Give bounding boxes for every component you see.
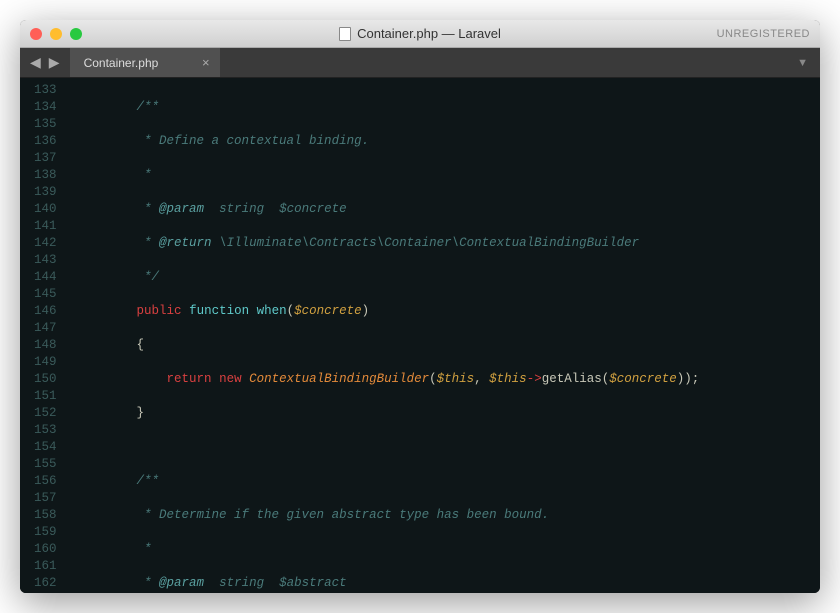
line-number: 136 bbox=[34, 133, 57, 150]
line-number: 138 bbox=[34, 167, 57, 184]
editor-area[interactable]: 1331341351361371381391401411421431441451… bbox=[20, 78, 820, 593]
line-number: 142 bbox=[34, 235, 57, 252]
titlebar: Container.php — Laravel UNREGISTERED bbox=[20, 20, 820, 48]
line-number: 150 bbox=[34, 371, 57, 388]
line-number: 161 bbox=[34, 558, 57, 575]
nav-back-icon[interactable]: ◀ bbox=[30, 54, 41, 71]
tab-label: Container.php bbox=[84, 56, 159, 70]
line-number-gutter: 1331341351361371381391401411421431441451… bbox=[20, 78, 67, 593]
editor-window: Container.php — Laravel UNREGISTERED ◀ ▶… bbox=[20, 20, 820, 593]
traffic-lights bbox=[30, 28, 82, 40]
line-number: 133 bbox=[34, 82, 57, 99]
code-content[interactable]: /** * Define a contextual binding. * * @… bbox=[67, 78, 820, 593]
window-title-text: Container.php — Laravel bbox=[357, 26, 501, 41]
toolbar-menu[interactable]: ▼ bbox=[797, 48, 820, 77]
line-number: 162 bbox=[34, 575, 57, 592]
line-number: 159 bbox=[34, 524, 57, 541]
line-number: 148 bbox=[34, 337, 57, 354]
line-number: 158 bbox=[34, 507, 57, 524]
line-number: 154 bbox=[34, 439, 57, 456]
line-number: 141 bbox=[34, 218, 57, 235]
minimize-button[interactable] bbox=[50, 28, 62, 40]
line-number: 147 bbox=[34, 320, 57, 337]
window-title: Container.php — Laravel bbox=[20, 26, 820, 41]
line-number: 139 bbox=[34, 184, 57, 201]
line-number: 149 bbox=[34, 354, 57, 371]
close-button[interactable] bbox=[30, 28, 42, 40]
nav-forward-icon[interactable]: ▶ bbox=[49, 54, 60, 71]
unregistered-label: UNREGISTERED bbox=[717, 28, 810, 40]
line-number: 137 bbox=[34, 150, 57, 167]
tab-close-icon[interactable]: × bbox=[202, 55, 210, 70]
line-number: 143 bbox=[34, 252, 57, 269]
tab-container-php[interactable]: Container.php × bbox=[70, 48, 220, 77]
tab-bar: ◀ ▶ Container.php × ▼ bbox=[20, 48, 820, 78]
line-number: 134 bbox=[34, 99, 57, 116]
line-number: 156 bbox=[34, 473, 57, 490]
line-number: 153 bbox=[34, 422, 57, 439]
line-number: 152 bbox=[34, 405, 57, 422]
line-number: 144 bbox=[34, 269, 57, 286]
line-number: 146 bbox=[34, 303, 57, 320]
file-icon bbox=[339, 27, 351, 41]
line-number: 151 bbox=[34, 388, 57, 405]
maximize-button[interactable] bbox=[70, 28, 82, 40]
line-number: 145 bbox=[34, 286, 57, 303]
line-number: 157 bbox=[34, 490, 57, 507]
line-number: 135 bbox=[34, 116, 57, 133]
line-number: 160 bbox=[34, 541, 57, 558]
line-number: 155 bbox=[34, 456, 57, 473]
nav-arrows: ◀ ▶ bbox=[20, 48, 70, 77]
line-number: 140 bbox=[34, 201, 57, 218]
